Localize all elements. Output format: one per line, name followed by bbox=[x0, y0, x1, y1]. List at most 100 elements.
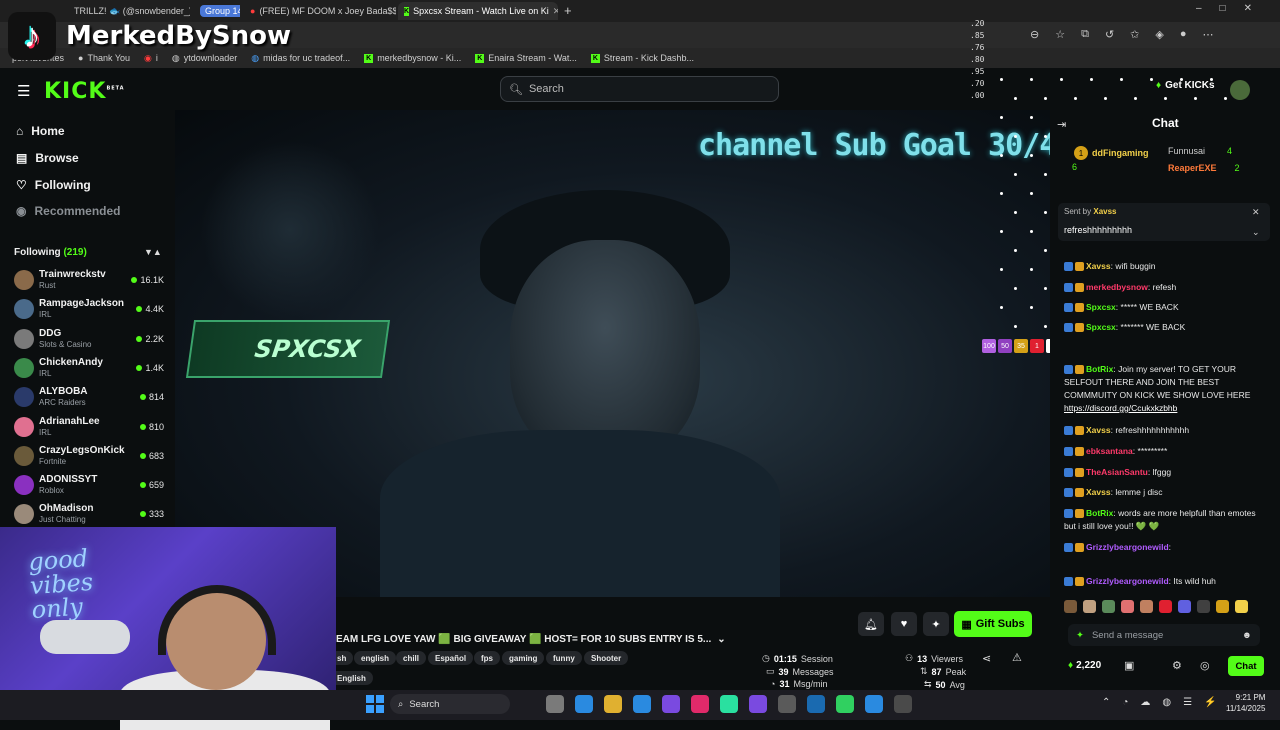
system-tray[interactable]: ⌃◔☁◍☰⚡ bbox=[1102, 697, 1229, 708]
stream-tag[interactable]: gaming bbox=[502, 651, 545, 665]
taskbar-app-icon[interactable] bbox=[662, 695, 680, 713]
taskbar-app-icon[interactable] bbox=[604, 695, 622, 713]
emote-icon[interactable] bbox=[1235, 600, 1248, 613]
sort-icon[interactable]: ▼▲ bbox=[144, 247, 162, 257]
avatar[interactable] bbox=[1230, 80, 1250, 100]
send-chat-button[interactable]: Chat bbox=[1228, 656, 1264, 676]
followed-channel[interactable]: Trainwreckstv Rust 16.1K bbox=[14, 266, 164, 294]
streamer-logo-overlay: SPXCSX bbox=[185, 320, 391, 378]
stream-tag[interactable]: Español bbox=[428, 651, 474, 665]
stream-tag[interactable]: fps bbox=[474, 651, 500, 665]
taskbar-app-icon[interactable] bbox=[778, 695, 796, 713]
browser-tab-active[interactable]: K Spxcsx Stream - Watch Live on Ki ✕ bbox=[398, 2, 558, 20]
taskbar-app-icon[interactable] bbox=[807, 695, 825, 713]
followed-channel[interactable]: DDG Slots & Casino 2.2K bbox=[14, 325, 164, 353]
chat-message[interactable]: Xavss: wifi buggin bbox=[1064, 260, 1264, 273]
more-icon[interactable]: ⋯ bbox=[1203, 28, 1214, 41]
kicks-balance[interactable]: ♦ 2,220 bbox=[1068, 660, 1101, 671]
bot-icon[interactable]: ◎ bbox=[1200, 659, 1210, 672]
chevron-down-icon[interactable]: ⌄ bbox=[717, 634, 725, 645]
followed-channel[interactable]: CrazyLegsOnKick Fortnite 683 bbox=[14, 442, 164, 470]
chat-link[interactable]: https://discord.gg/Ccukxkzbhb bbox=[1064, 403, 1177, 413]
menu-icon[interactable]: ☰ bbox=[17, 82, 30, 100]
emote-icon[interactable] bbox=[1159, 600, 1172, 613]
taskbar-search[interactable]: ⌕ Search bbox=[390, 694, 510, 714]
zoom-icon[interactable]: ⊖ bbox=[1030, 28, 1039, 41]
followed-channel[interactable]: OhMadison Just Chatting 333 bbox=[14, 500, 164, 528]
unpin-icon[interactable]: ✕ bbox=[1252, 207, 1260, 218]
chat-message-input[interactable]: ✦ Send a message ☻ bbox=[1068, 624, 1260, 646]
taskbar-app-icon[interactable] bbox=[546, 695, 564, 713]
followed-channel[interactable]: ADONISSYT Roblox 659 bbox=[14, 471, 164, 499]
followed-channel[interactable]: RampageJackson IRL 4.4K bbox=[14, 295, 164, 323]
favorites-icon[interactable]: ✩ bbox=[1130, 28, 1139, 41]
taskbar-app-icon[interactable] bbox=[720, 695, 738, 713]
extension-icon[interactable]: ⧉ bbox=[1081, 28, 1089, 41]
taskbar-app-icon[interactable] bbox=[575, 695, 593, 713]
followed-channel[interactable]: ChickenAndy IRL 1.4K bbox=[14, 354, 164, 382]
report-icon[interactable]: ⚠ bbox=[1012, 651, 1022, 664]
emote-icon[interactable] bbox=[1121, 600, 1134, 613]
shield-icon[interactable]: ◈ bbox=[1155, 28, 1163, 41]
chat-message[interactable]: ebksantana: ********* bbox=[1064, 445, 1264, 458]
star-icon[interactable]: ☆ bbox=[1055, 28, 1065, 41]
windows-start-icon[interactable] bbox=[366, 695, 384, 713]
sidebar-item-following[interactable]: ♡ Following bbox=[16, 178, 91, 192]
emoji-icon[interactable]: ☻ bbox=[1242, 630, 1252, 641]
emote-icon[interactable] bbox=[1140, 600, 1153, 613]
bookmark-item[interactable]: K Stream - Kick Dashb... bbox=[590, 53, 694, 63]
chat-message[interactable]: Spxcsx: ******* WE BACK bbox=[1064, 321, 1264, 334]
store-icon[interactable]: ▣ bbox=[1124, 659, 1134, 672]
chat-message[interactable]: Xavss: lemme j disc bbox=[1064, 486, 1264, 499]
language-tag[interactable]: English bbox=[330, 671, 373, 685]
bookmark-item[interactable]: Kmerkedbysnow - Ki... bbox=[364, 53, 461, 63]
chat-message[interactable]: merkedbysnow: refesh bbox=[1064, 281, 1264, 294]
clip-button[interactable]: ✦ bbox=[923, 612, 949, 636]
kick-logo[interactable]: KICKBETA bbox=[44, 79, 125, 104]
followed-channel[interactable]: AdrianahLee IRL 810 bbox=[14, 413, 164, 441]
taskbar-app-icon[interactable] bbox=[691, 695, 709, 713]
sidebar-item-browse[interactable]: ▤ Browse bbox=[16, 151, 79, 165]
emote-icon[interactable] bbox=[1197, 600, 1210, 613]
window-controls[interactable]: –□✕ bbox=[1196, 3, 1270, 14]
notification-bell-button[interactable]: 🔔︎ bbox=[858, 612, 884, 636]
share-icon[interactable]: ⋖ bbox=[982, 652, 991, 665]
emote-icon[interactable] bbox=[1178, 600, 1191, 613]
chat-message[interactable]: Grizzlybeargonewild: Its wild huh bbox=[1064, 575, 1264, 588]
stream-tag[interactable]: chill bbox=[396, 651, 427, 665]
taskbar-app-icon[interactable] bbox=[865, 695, 883, 713]
stream-tag[interactable]: funny bbox=[546, 651, 582, 665]
emote-icon[interactable] bbox=[1216, 600, 1229, 613]
close-icon[interactable]: ✕ bbox=[549, 6, 558, 17]
followed-channel[interactable]: ALYBOBA ARC Raiders 814 bbox=[14, 383, 164, 411]
search-input[interactable]: 🔍︎ Search bbox=[500, 76, 779, 102]
chat-message[interactable]: BotRix: Join my server! TO GET YOUR SELF… bbox=[1064, 363, 1264, 415]
taskbar-app-icon[interactable] bbox=[749, 695, 767, 713]
get-kicks-button[interactable]: ♦ Get KICKs bbox=[1156, 80, 1215, 91]
chevron-down-icon[interactable]: ⌄ bbox=[1252, 227, 1260, 238]
new-tab-icon[interactable]: + bbox=[564, 3, 572, 18]
bookmark-item[interactable]: K Enaira Stream - Wat... bbox=[475, 53, 577, 63]
chat-message[interactable]: Xavss: refreshhhhhhhhhhh bbox=[1064, 424, 1264, 437]
gift-subs-button[interactable]: ▦ Gift Subs bbox=[954, 611, 1032, 637]
sidebar-item-recommended[interactable]: ◉ Recommended bbox=[16, 204, 121, 218]
gear-icon[interactable]: ⚙ bbox=[1172, 659, 1182, 672]
chat-message[interactable]: Grizzlybeargonewild: bbox=[1064, 541, 1264, 554]
stream-tag[interactable]: Shooter bbox=[584, 651, 629, 665]
chat-message[interactable]: BotRix: words are more helpfull than emo… bbox=[1064, 507, 1264, 533]
taskbar-clock[interactable]: 9:21 PM 11/14/2025 bbox=[1226, 692, 1265, 714]
sidebar-item-home[interactable]: ⌂ Home bbox=[16, 124, 65, 138]
emote-icon[interactable] bbox=[1064, 600, 1077, 613]
taskbar-app-icon[interactable] bbox=[633, 695, 651, 713]
history-icon[interactable]: ↺ bbox=[1105, 28, 1114, 41]
emote-icon[interactable] bbox=[1102, 600, 1115, 613]
chat-message[interactable]: Spxcsx: ***** WE BACK bbox=[1064, 301, 1264, 314]
chat-message[interactable]: TheAsianSantu: lfggg bbox=[1064, 466, 1264, 479]
taskbar-app-icon[interactable] bbox=[836, 695, 854, 713]
profile-icon[interactable]: ● bbox=[1180, 28, 1187, 41]
stream-tag[interactable]: english bbox=[354, 651, 397, 665]
emote-icon[interactable] bbox=[1083, 600, 1096, 613]
collapse-chat-icon[interactable]: ⇥ bbox=[1057, 118, 1066, 131]
follow-heart-button[interactable]: ♥ bbox=[891, 612, 917, 636]
taskbar-app-icon[interactable] bbox=[894, 695, 912, 713]
